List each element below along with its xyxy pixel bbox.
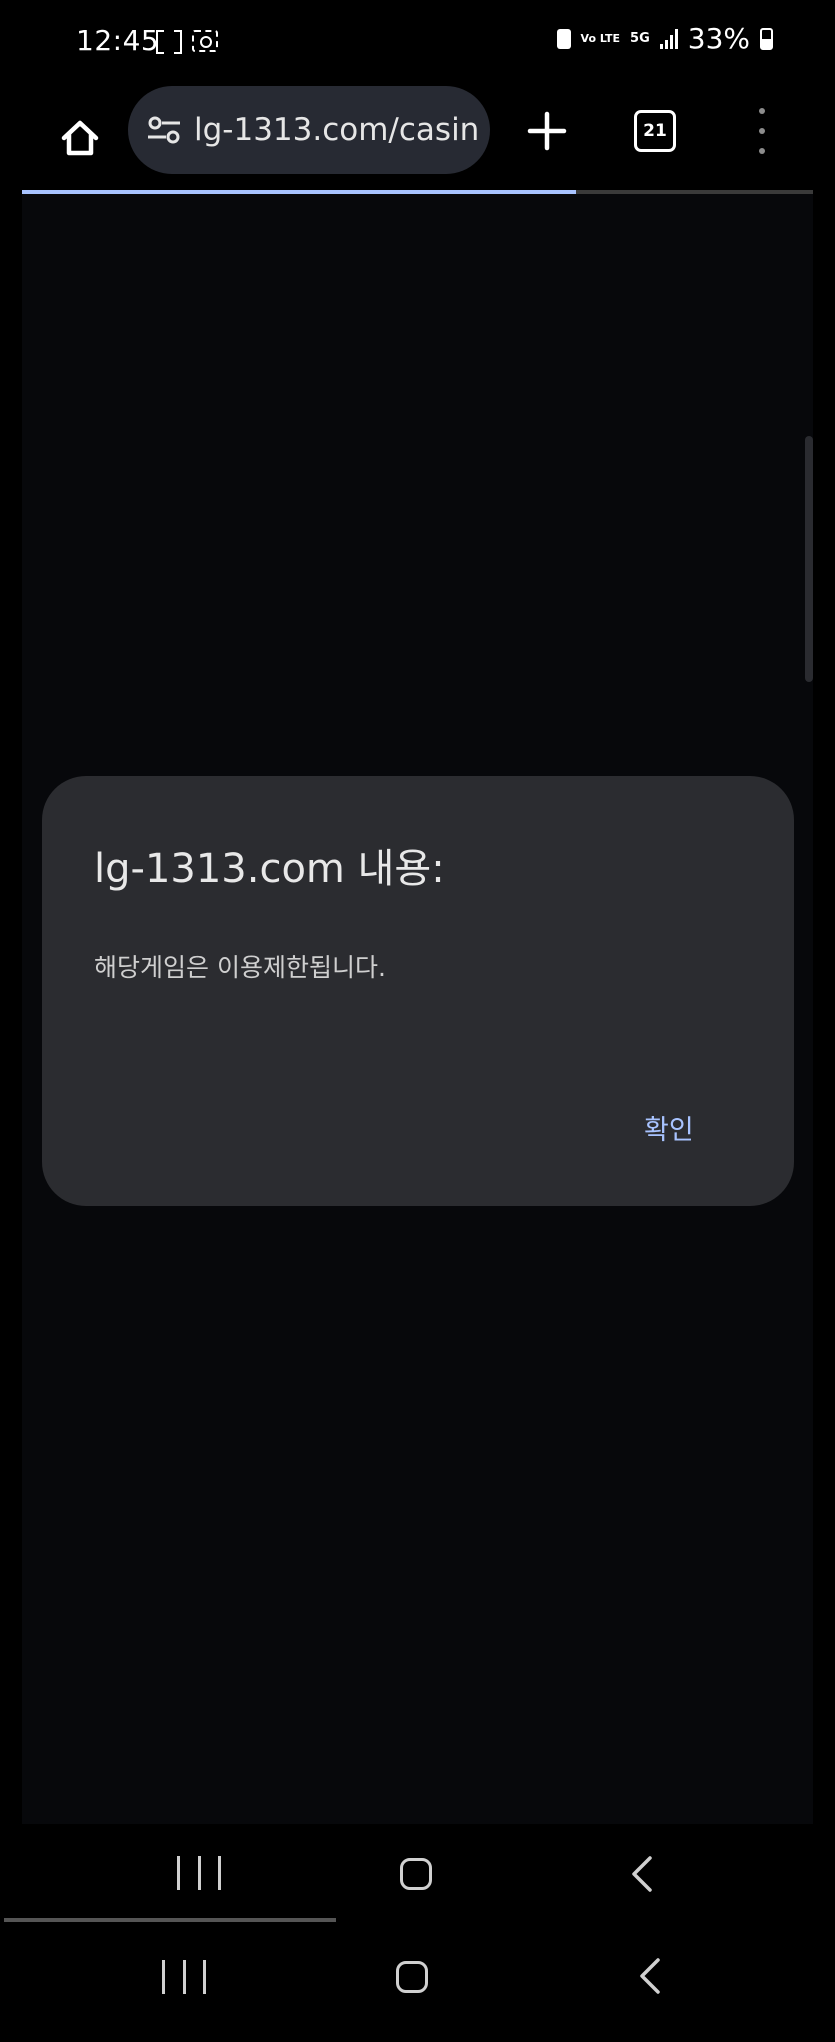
- screen-record-icon: [192, 30, 218, 52]
- status-bar: 12:45 Vo LTE 5G 33%: [22, 0, 813, 86]
- battery-percent: 33%: [687, 22, 750, 55]
- more-vert-icon[interactable]: [755, 108, 769, 154]
- phone-screen: 12:45 Vo LTE 5G 33% lg-1313.com/casin 21…: [4, 0, 813, 2042]
- dialog-title: lg-1313.com 내용:: [94, 846, 445, 892]
- alert-dialog: lg-1313.com 내용: 해당게임은 이용제한됩니다. 확인: [42, 776, 794, 1206]
- navigation-bar-upper: [22, 1824, 813, 1926]
- scrollbar-thumb[interactable]: [805, 436, 813, 682]
- volte-icon: Vo LTE: [580, 32, 621, 45]
- dialog-ok-button[interactable]: 확인: [634, 1102, 704, 1153]
- nav-home-button-lower[interactable]: [396, 1961, 428, 1993]
- battery-icon: [760, 27, 773, 50]
- home-button[interactable]: [50, 108, 110, 168]
- status-right-icons: Vo LTE 5G 33%: [556, 22, 773, 55]
- tune-icon[interactable]: [146, 112, 182, 148]
- screenshot-icon: [156, 30, 182, 54]
- plus-icon: [527, 111, 567, 151]
- nav-divider: [4, 1918, 336, 1922]
- back-icon-lower[interactable]: [634, 1956, 668, 1996]
- status-time: 12:45: [76, 24, 160, 57]
- tab-switcher-button[interactable]: 21: [634, 110, 676, 152]
- browser-toolbar: lg-1313.com/casin 21: [22, 86, 813, 190]
- signal-icon: [659, 28, 678, 49]
- new-tab-button[interactable]: [524, 108, 570, 154]
- notification-icon: [556, 28, 571, 49]
- dialog-message: 해당게임은 이용제한됩니다.: [94, 953, 386, 982]
- recents-button[interactable]: [177, 1856, 221, 1890]
- url-text[interactable]: lg-1313.com/casin: [194, 112, 484, 148]
- navigation-bar-lower: [22, 1926, 813, 2042]
- back-icon[interactable]: [626, 1854, 660, 1894]
- status-left-icons: [156, 30, 218, 54]
- recents-button-lower[interactable]: [162, 1960, 206, 1994]
- nav-home-button[interactable]: [400, 1858, 432, 1890]
- home-icon: [61, 120, 99, 156]
- address-bar[interactable]: lg-1313.com/casin: [128, 86, 490, 174]
- network-5g-icon: 5G: [630, 30, 650, 46]
